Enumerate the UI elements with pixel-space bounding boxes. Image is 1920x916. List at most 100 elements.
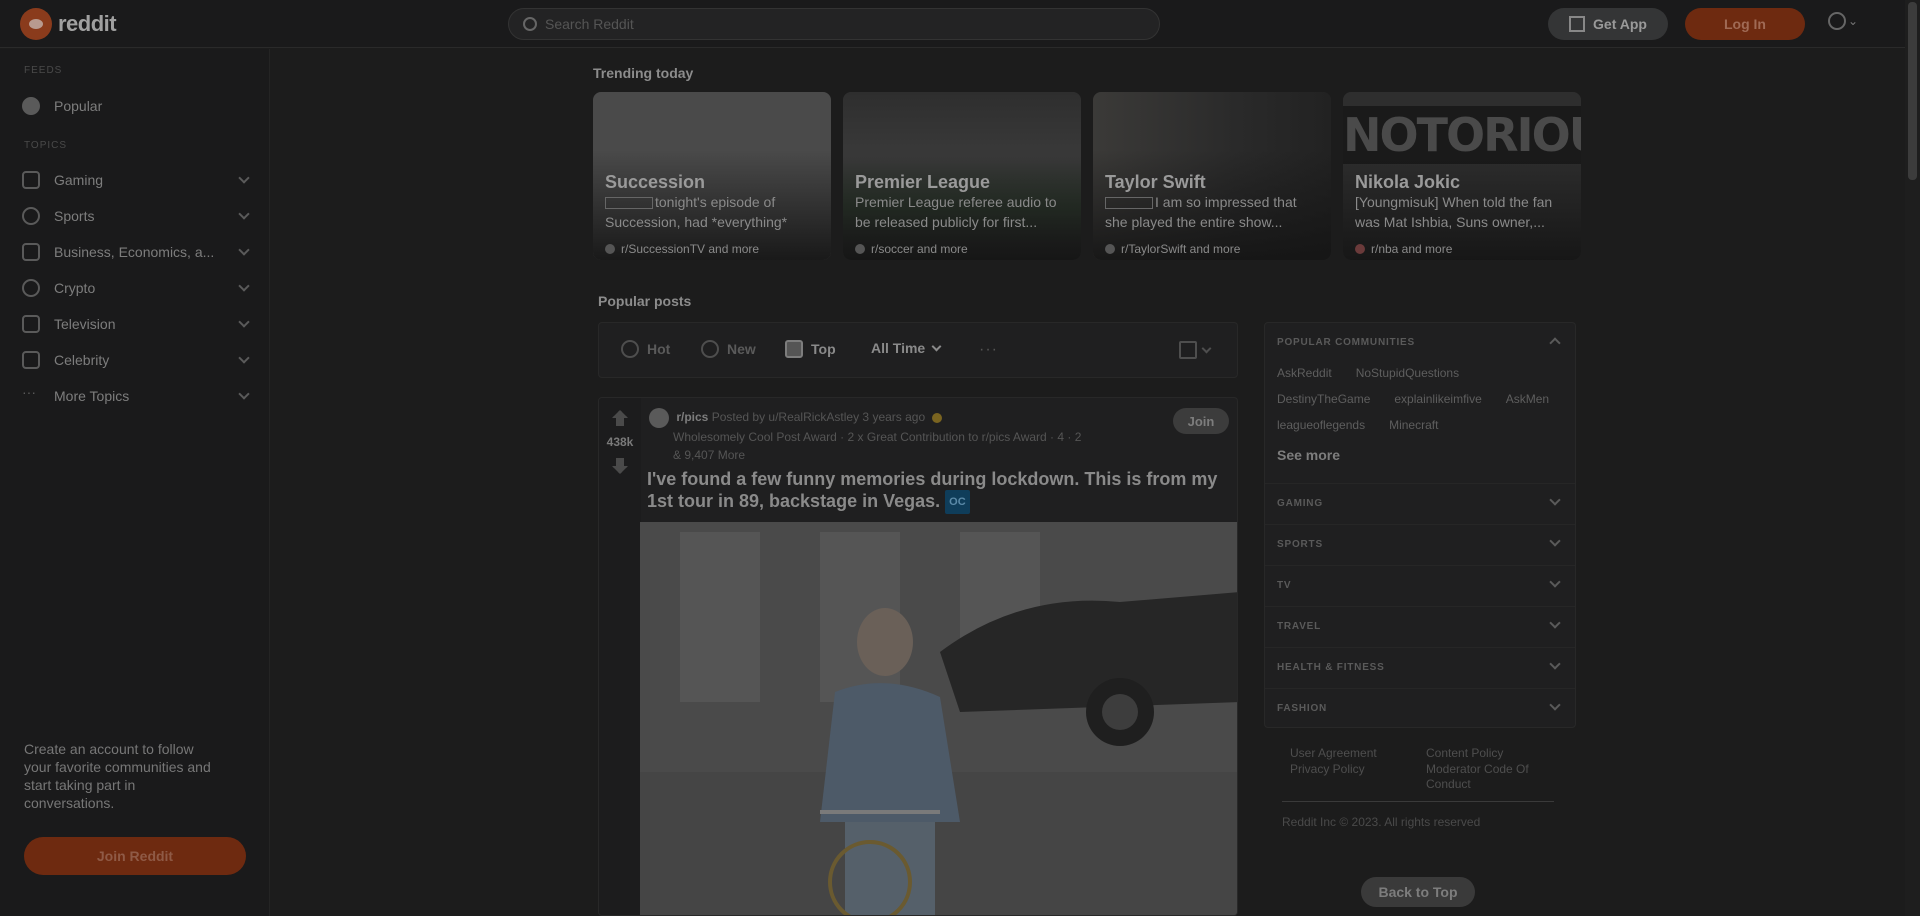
community-link[interactable]: DestinyTheGame xyxy=(1277,389,1370,409)
trending-card-desc: tonight's episode of Succession, had *ev… xyxy=(605,192,823,232)
community-link[interactable]: NoStupidQuestions xyxy=(1356,363,1459,383)
chart-icon xyxy=(22,243,40,261)
trending-card-source-text: r/nba and more xyxy=(1371,242,1453,256)
chevron-down-icon xyxy=(1549,535,1561,547)
join-reddit-button[interactable]: Join Reddit xyxy=(24,837,246,875)
sidebar-item-celebrity[interactable]: Celebrity xyxy=(22,344,250,376)
section-tv[interactable]: TV xyxy=(1265,565,1575,605)
trending-card-premier-league[interactable]: Premier League Premier League referee au… xyxy=(843,92,1081,260)
community-link[interactable]: AskMen xyxy=(1506,389,1549,409)
back-to-top-button[interactable]: Back to Top xyxy=(1361,877,1475,907)
popular-communities-heading: POPULAR COMMUNITIES xyxy=(1277,337,1415,348)
downvote-icon[interactable] xyxy=(612,458,628,474)
content-policy-link[interactable]: Content Policy xyxy=(1426,746,1556,761)
sidebar-item-gaming[interactable]: Gaming xyxy=(22,164,250,196)
sort-hot-button[interactable]: Hot xyxy=(621,340,670,358)
top-header: reddit Get App Log In ⌄ xyxy=(0,0,1905,48)
get-app-button[interactable]: Get App xyxy=(1548,8,1668,40)
moderator-code-link[interactable]: Moderator Code Of Conduct xyxy=(1426,762,1556,792)
sidebar-item-more-topics[interactable]: ··· More Topics xyxy=(22,380,250,412)
sidebar-item-sports[interactable]: Sports xyxy=(22,200,250,232)
section-gaming[interactable]: GAMING xyxy=(1265,483,1575,523)
communities-card: POPULAR COMMUNITIES AskReddit NoStupidQu… xyxy=(1264,322,1576,728)
trending-card-source: r/SuccessionTV and more xyxy=(605,242,759,256)
community-link[interactable]: explainlikeimfive xyxy=(1394,389,1481,409)
section-title: TV xyxy=(1277,580,1292,591)
upvote-icon[interactable] xyxy=(612,410,628,426)
section-health-fitness[interactable]: HEALTH & FITNESS xyxy=(1265,647,1575,687)
subreddit-icon xyxy=(1355,244,1365,254)
section-fashion[interactable]: FASHION xyxy=(1265,688,1575,728)
reddit-logo[interactable]: reddit xyxy=(20,8,117,40)
subreddit-avatar[interactable] xyxy=(649,408,669,428)
subreddit-link[interactable]: r/pics xyxy=(676,410,708,424)
more-awards: & 9,407 More xyxy=(673,448,746,462)
sidebar-item-label: Gaming xyxy=(54,172,104,188)
scrollbar-thumb[interactable] xyxy=(1908,2,1917,180)
chevron-up-icon[interactable] xyxy=(1549,337,1561,349)
chevron-down-icon xyxy=(238,280,250,292)
privacy-policy-link[interactable]: Privacy Policy xyxy=(1290,762,1420,777)
trending-card-taylor-swift[interactable]: Taylor Swift I am so impressed that she … xyxy=(1093,92,1331,260)
chevron-down-icon xyxy=(238,388,250,400)
more-options-icon[interactable]: ··· xyxy=(979,341,998,359)
chevron-down-icon xyxy=(1549,576,1561,588)
section-travel[interactable]: TRAVEL xyxy=(1265,606,1575,646)
trending-card-desc: Premier League referee audio to be relea… xyxy=(855,194,1057,230)
sort-new-button[interactable]: New xyxy=(701,340,756,358)
sidebar-item-label: Crypto xyxy=(54,280,96,296)
page-scrollbar[interactable] xyxy=(1905,0,1920,916)
section-sports[interactable]: SPORTS xyxy=(1265,524,1575,564)
award-icon xyxy=(931,413,942,423)
sidebar-item-business[interactable]: Business, Economics, a... xyxy=(22,236,250,268)
crypto-icon xyxy=(22,279,40,297)
chevron-down-icon: ⌄ xyxy=(1848,14,1859,28)
user-menu-button[interactable]: ⌄ xyxy=(1828,12,1858,30)
search-input[interactable] xyxy=(545,16,1125,32)
trending-card-title: Taylor Swift xyxy=(1105,172,1206,192)
tv-icon xyxy=(22,315,40,333)
chevron-down-icon xyxy=(238,352,250,364)
sort-top-button[interactable]: Top xyxy=(785,340,836,358)
post-title[interactable]: I've found a few funny memories during l… xyxy=(647,468,1227,515)
trending-card-nikola-jokic[interactable]: NOTORIOUS Nikola Jokic [Youngmisuk] When… xyxy=(1343,92,1581,260)
chevron-down-icon xyxy=(1549,617,1561,629)
sidebar-item-popular[interactable]: Popular xyxy=(22,90,248,122)
sidebar-item-television[interactable]: Television xyxy=(22,308,250,340)
podium-icon xyxy=(785,340,803,358)
post-image[interactable] xyxy=(640,522,1237,915)
gamepad-icon xyxy=(22,171,40,189)
sort-label: New xyxy=(727,341,756,357)
reddit-snoo-icon xyxy=(20,8,52,40)
layout-toggle-button[interactable] xyxy=(1179,341,1212,359)
login-button[interactable]: Log In xyxy=(1685,8,1805,40)
trending-card-title: Nikola Jokic xyxy=(1355,172,1461,192)
trending-card-source-text: r/soccer and more xyxy=(871,242,968,256)
popular-posts-heading: Popular posts xyxy=(598,293,692,309)
community-link[interactable]: AskReddit xyxy=(1277,363,1332,383)
sidebar-item-label: Popular xyxy=(54,98,103,114)
chevron-down-icon xyxy=(238,172,250,184)
topics-heading: TOPICS xyxy=(24,140,68,151)
post-card[interactable]: 438k r/pics Posted by u/RealRickAstley 3… xyxy=(598,397,1238,916)
chevron-down-icon xyxy=(238,208,250,220)
join-subreddit-button[interactable]: Join xyxy=(1173,408,1229,434)
sort-label: Hot xyxy=(647,341,671,357)
subreddit-icon xyxy=(605,244,615,254)
sidebar-item-label: Business, Economics, a... xyxy=(54,244,215,260)
card-layout-icon xyxy=(1179,341,1197,359)
see-more-button[interactable]: See more xyxy=(1277,447,1340,463)
chevron-down-icon xyxy=(931,341,942,351)
posted-by: Posted by u/RealRickAstley 3 years ago xyxy=(711,410,926,425)
sidebar-item-crypto[interactable]: Crypto xyxy=(22,272,250,304)
user-agreement-link[interactable]: User Agreement xyxy=(1290,746,1420,761)
section-title: TRAVEL xyxy=(1277,621,1322,632)
time-range-dropdown[interactable]: All Time xyxy=(871,340,942,356)
chevron-down-icon xyxy=(238,244,250,256)
signup-cta-text: Create an account to follow your favorit… xyxy=(24,741,211,811)
community-link[interactable]: leagueoflegends xyxy=(1277,415,1365,435)
chevron-down-icon xyxy=(1549,494,1561,506)
search-bar[interactable] xyxy=(508,8,1160,40)
trending-card-succession[interactable]: Succession tonight's episode of Successi… xyxy=(593,92,831,260)
community-link[interactable]: Minecraft xyxy=(1389,415,1438,435)
